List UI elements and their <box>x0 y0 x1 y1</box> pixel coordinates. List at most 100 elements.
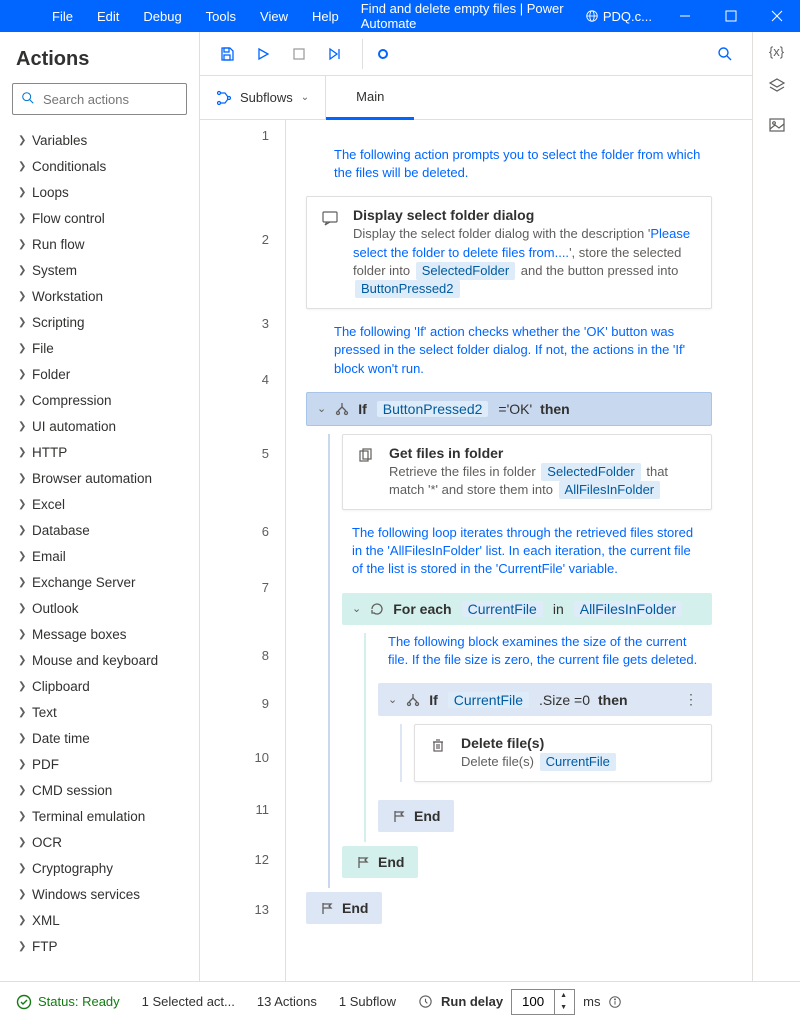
save-button[interactable] <box>212 39 242 69</box>
action-group-label: Outlook <box>28 601 79 616</box>
keyword: If <box>429 692 438 708</box>
variable-token: CurrentFile <box>448 692 529 708</box>
action-group[interactable]: ❯Date time <box>0 725 199 751</box>
spinner-down[interactable]: ▼ <box>555 1002 572 1014</box>
action-group[interactable]: ❯Message boxes <box>0 621 199 647</box>
stop-button[interactable] <box>284 39 314 69</box>
action-group[interactable]: ❯OCR <box>0 829 199 855</box>
chevron-right-icon: ❯ <box>14 421 28 432</box>
toolbar-search-button[interactable] <box>710 39 740 69</box>
action-group[interactable]: ❯Scripting <box>0 309 199 335</box>
action-group[interactable]: ❯Conditionals <box>0 153 199 179</box>
subflows-dropdown[interactable]: Subflows ⌄ <box>200 76 326 119</box>
comment-step[interactable]: The following block examines the size of… <box>388 633 702 669</box>
action-group[interactable]: ❯Variables <box>0 127 199 153</box>
collapse-icon[interactable]: ⌄ <box>317 402 326 415</box>
chevron-right-icon: ❯ <box>14 681 28 692</box>
if-step-selected[interactable]: ⌄ If ButtonPressed2 ='OK' then <box>306 392 712 426</box>
step-title: Delete file(s) <box>461 735 699 751</box>
maximize-button[interactable] <box>708 0 754 32</box>
action-group-label: Compression <box>28 393 112 408</box>
step-delete-files[interactable]: Delete file(s) Delete file(s) CurrentFil… <box>414 724 712 782</box>
action-group[interactable]: ❯CMD session <box>0 777 199 803</box>
variables-rail-button[interactable]: {x} <box>769 44 784 59</box>
action-group[interactable]: ❯Windows services <box>0 881 199 907</box>
menu-tools[interactable]: Tools <box>194 9 248 24</box>
action-group[interactable]: ❯Workstation <box>0 283 199 309</box>
run-button[interactable] <box>248 39 278 69</box>
action-group[interactable]: ❯Run flow <box>0 231 199 257</box>
actions-header: Actions <box>0 32 199 79</box>
action-group[interactable]: ❯Database <box>0 517 199 543</box>
action-group[interactable]: ❯Compression <box>0 387 199 413</box>
action-group[interactable]: ❯Browser automation <box>0 465 199 491</box>
action-group-label: Excel <box>28 497 65 512</box>
pdq-badge[interactable]: PDQ.c... <box>575 9 662 24</box>
action-group-label: Conditionals <box>28 159 106 174</box>
action-group[interactable]: ❯System <box>0 257 199 283</box>
action-group[interactable]: ❯Terminal emulation <box>0 803 199 829</box>
end-step[interactable]: End <box>306 892 382 924</box>
menu-bar: File Edit Debug Tools View Help <box>0 9 351 24</box>
action-group-label: Flow control <box>28 211 105 226</box>
foreach-step[interactable]: ⌄ For each CurrentFile in AllFilesInFold… <box>342 593 712 625</box>
step-description: Delete file(s) CurrentFile <box>461 753 699 771</box>
delay-spinner[interactable]: ▲ ▼ <box>511 989 575 1015</box>
action-group[interactable]: ❯File <box>0 335 199 361</box>
comment-step[interactable]: The following action prompts you to sele… <box>334 146 702 182</box>
action-group[interactable]: ❯XML <box>0 907 199 933</box>
action-group[interactable]: ❯Flow control <box>0 205 199 231</box>
menu-view[interactable]: View <box>248 9 300 24</box>
more-button[interactable]: ⋮ <box>680 691 702 708</box>
info-icon[interactable] <box>608 995 622 1009</box>
action-group[interactable]: ❯Text <box>0 699 199 725</box>
step-get-files[interactable]: Get files in folder Retrieve the files i… <box>342 434 712 510</box>
status-ready: Status: Ready <box>16 994 120 1010</box>
tab-main[interactable]: Main <box>326 77 414 120</box>
step-display-folder-dialog[interactable]: Display select folder dialog Display the… <box>306 196 712 309</box>
collapse-icon[interactable]: ⌄ <box>352 602 361 615</box>
end-step[interactable]: End <box>378 800 454 832</box>
menu-edit[interactable]: Edit <box>85 9 131 24</box>
chevron-right-icon: ❯ <box>14 213 28 224</box>
action-group[interactable]: ❯Outlook <box>0 595 199 621</box>
canvas[interactable]: 1 2 3 4 5 6 7 8 9 10 11 12 13 The follow… <box>200 120 752 981</box>
action-group[interactable]: ❯Excel <box>0 491 199 517</box>
spinner-up[interactable]: ▲ <box>555 990 572 1002</box>
record-button[interactable] <box>362 39 392 69</box>
step-button[interactable] <box>320 39 350 69</box>
action-group[interactable]: ❯PDF <box>0 751 199 777</box>
action-group[interactable]: ❯Email <box>0 543 199 569</box>
search-input[interactable] <box>43 92 178 107</box>
collapse-icon[interactable]: ⌄ <box>388 693 397 706</box>
check-icon <box>16 994 32 1010</box>
action-group[interactable]: ❯UI automation <box>0 413 199 439</box>
chevron-right-icon: ❯ <box>14 603 28 614</box>
action-group[interactable]: ❯Folder <box>0 361 199 387</box>
subflows-bar: Subflows ⌄ Main <box>200 76 752 120</box>
line-number: 11 <box>200 784 285 834</box>
search-box[interactable] <box>12 83 187 115</box>
comment-step[interactable]: The following 'If' action checks whether… <box>334 323 702 378</box>
if-step[interactable]: ⌄ If CurrentFile .Size =0 then ⋮ <box>378 683 712 716</box>
action-group[interactable]: ❯HTTP <box>0 439 199 465</box>
action-group[interactable]: ❯Clipboard <box>0 673 199 699</box>
actions-list[interactable]: ❯Variables ❯Conditionals ❯Loops ❯Flow co… <box>0 127 199 981</box>
menu-debug[interactable]: Debug <box>131 9 193 24</box>
images-rail-button[interactable] <box>768 116 786 137</box>
action-group[interactable]: ❯Mouse and keyboard <box>0 647 199 673</box>
minimize-button[interactable] <box>662 0 708 32</box>
menu-help[interactable]: Help <box>300 9 351 24</box>
menu-file[interactable]: File <box>40 9 85 24</box>
comment-step[interactable]: The following loop iterates through the … <box>352 524 702 579</box>
layers-rail-button[interactable] <box>768 77 786 98</box>
end-step[interactable]: End <box>342 846 418 878</box>
action-group[interactable]: ❯Cryptography <box>0 855 199 881</box>
clock-icon <box>418 994 433 1009</box>
chevron-right-icon: ❯ <box>14 291 28 302</box>
action-group[interactable]: ❯Loops <box>0 179 199 205</box>
close-button[interactable] <box>754 0 800 32</box>
action-group[interactable]: ❯FTP <box>0 933 199 959</box>
action-group[interactable]: ❯Exchange Server <box>0 569 199 595</box>
delay-input[interactable] <box>512 990 554 1014</box>
